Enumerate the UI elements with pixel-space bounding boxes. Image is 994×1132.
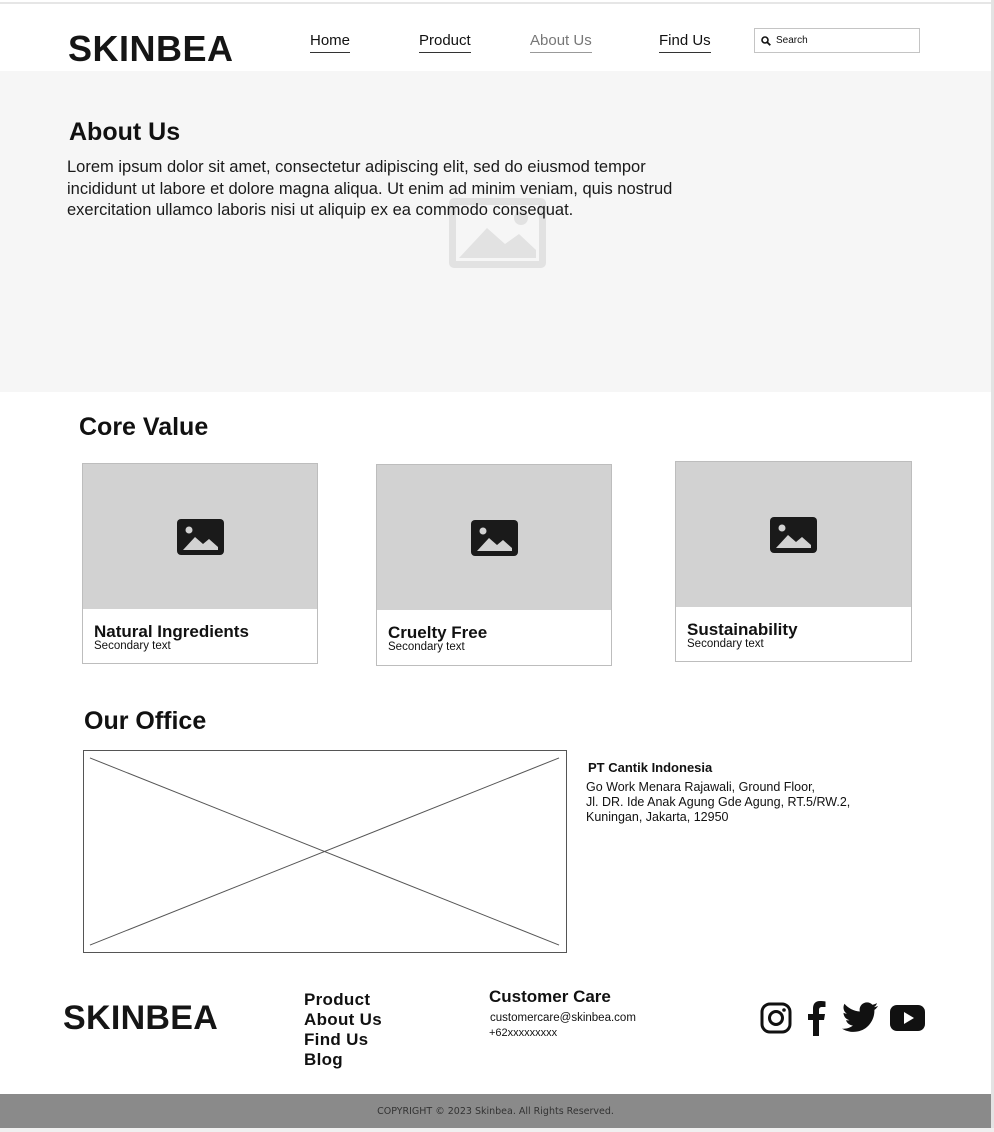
card-subtitle: Secondary text [388,641,465,653]
facebook-icon[interactable] [805,1000,827,1036]
page-bottom-border [0,1128,994,1132]
footer-link-product[interactable]: Product [304,990,382,1010]
footer-link-about-us[interactable]: About Us [304,1010,382,1030]
card-title: Sustainability [687,620,798,639]
core-value-title: Core Value [79,413,209,441]
card-image [83,464,317,609]
search-icon [761,35,771,46]
nav-product[interactable]: Product [419,32,471,53]
card-image [377,465,611,610]
nav-home[interactable]: Home [310,32,351,53]
customer-care-title: Customer Care [489,987,611,1006]
company-name: PT Cantik Indonesia [588,760,713,775]
address-line: Kuningan, Jakarta, 12950 [586,810,729,824]
office-address: Go Work Menara Rajawali, Ground Floor, J… [586,780,850,825]
card-subtitle: Secondary text [687,638,764,650]
core-value-card[interactable]: Natural Ingredients Secondary text [82,463,318,664]
nav-find-us[interactable]: Find Us [659,32,711,53]
search-box[interactable] [754,28,920,53]
card-subtitle: Secondary text [94,640,171,652]
site-logo[interactable]: SKINBEA [68,28,234,70]
core-value-card[interactable]: Cruelty Free Secondary text [376,464,612,666]
address-line: Go Work Menara Rajawali, Ground Floor, [586,780,816,794]
core-value-card[interactable]: Sustainability Secondary text [675,461,912,662]
footer-logo[interactable]: SKINBEA [63,999,218,1038]
instagram-icon[interactable] [760,1002,792,1034]
card-title: Natural Ingredients [94,622,249,641]
customer-care-phone[interactable]: +62xxxxxxxxx [489,1027,557,1039]
image-icon [176,518,224,555]
footer-link-find-us[interactable]: Find Us [304,1030,382,1050]
footer-nav: Product About Us Find Us Blog [304,990,382,1070]
youtube-icon[interactable] [890,1005,925,1031]
twitter-icon[interactable] [842,1002,879,1034]
search-input[interactable] [776,31,906,50]
copyright-text: COPYRIGHT © 2023 Skinbea. All Rights Res… [377,1105,614,1117]
card-image [676,462,911,607]
about-title: About Us [69,118,181,146]
nav-about-us[interactable]: About Us [530,32,592,53]
about-description: Lorem ipsum dolor sit amet, consectetur … [67,158,673,219]
image-icon [770,516,817,553]
customer-care-email[interactable]: customercare@skinbea.com [490,1012,636,1024]
map-placeholder-cross [89,757,560,946]
page-top-border [0,2,994,4]
copyright-bar: COPYRIGHT © 2023 Skinbea. All Rights Res… [0,1094,991,1128]
footer-link-blog[interactable]: Blog [304,1050,382,1070]
our-office-title: Our Office [84,707,207,735]
card-title: Cruelty Free [388,623,488,642]
image-icon [470,519,518,556]
office-map-placeholder[interactable] [83,750,567,953]
address-line: Jl. DR. Ide Anak Agung Gde Agung, RT.5/R… [586,795,851,809]
